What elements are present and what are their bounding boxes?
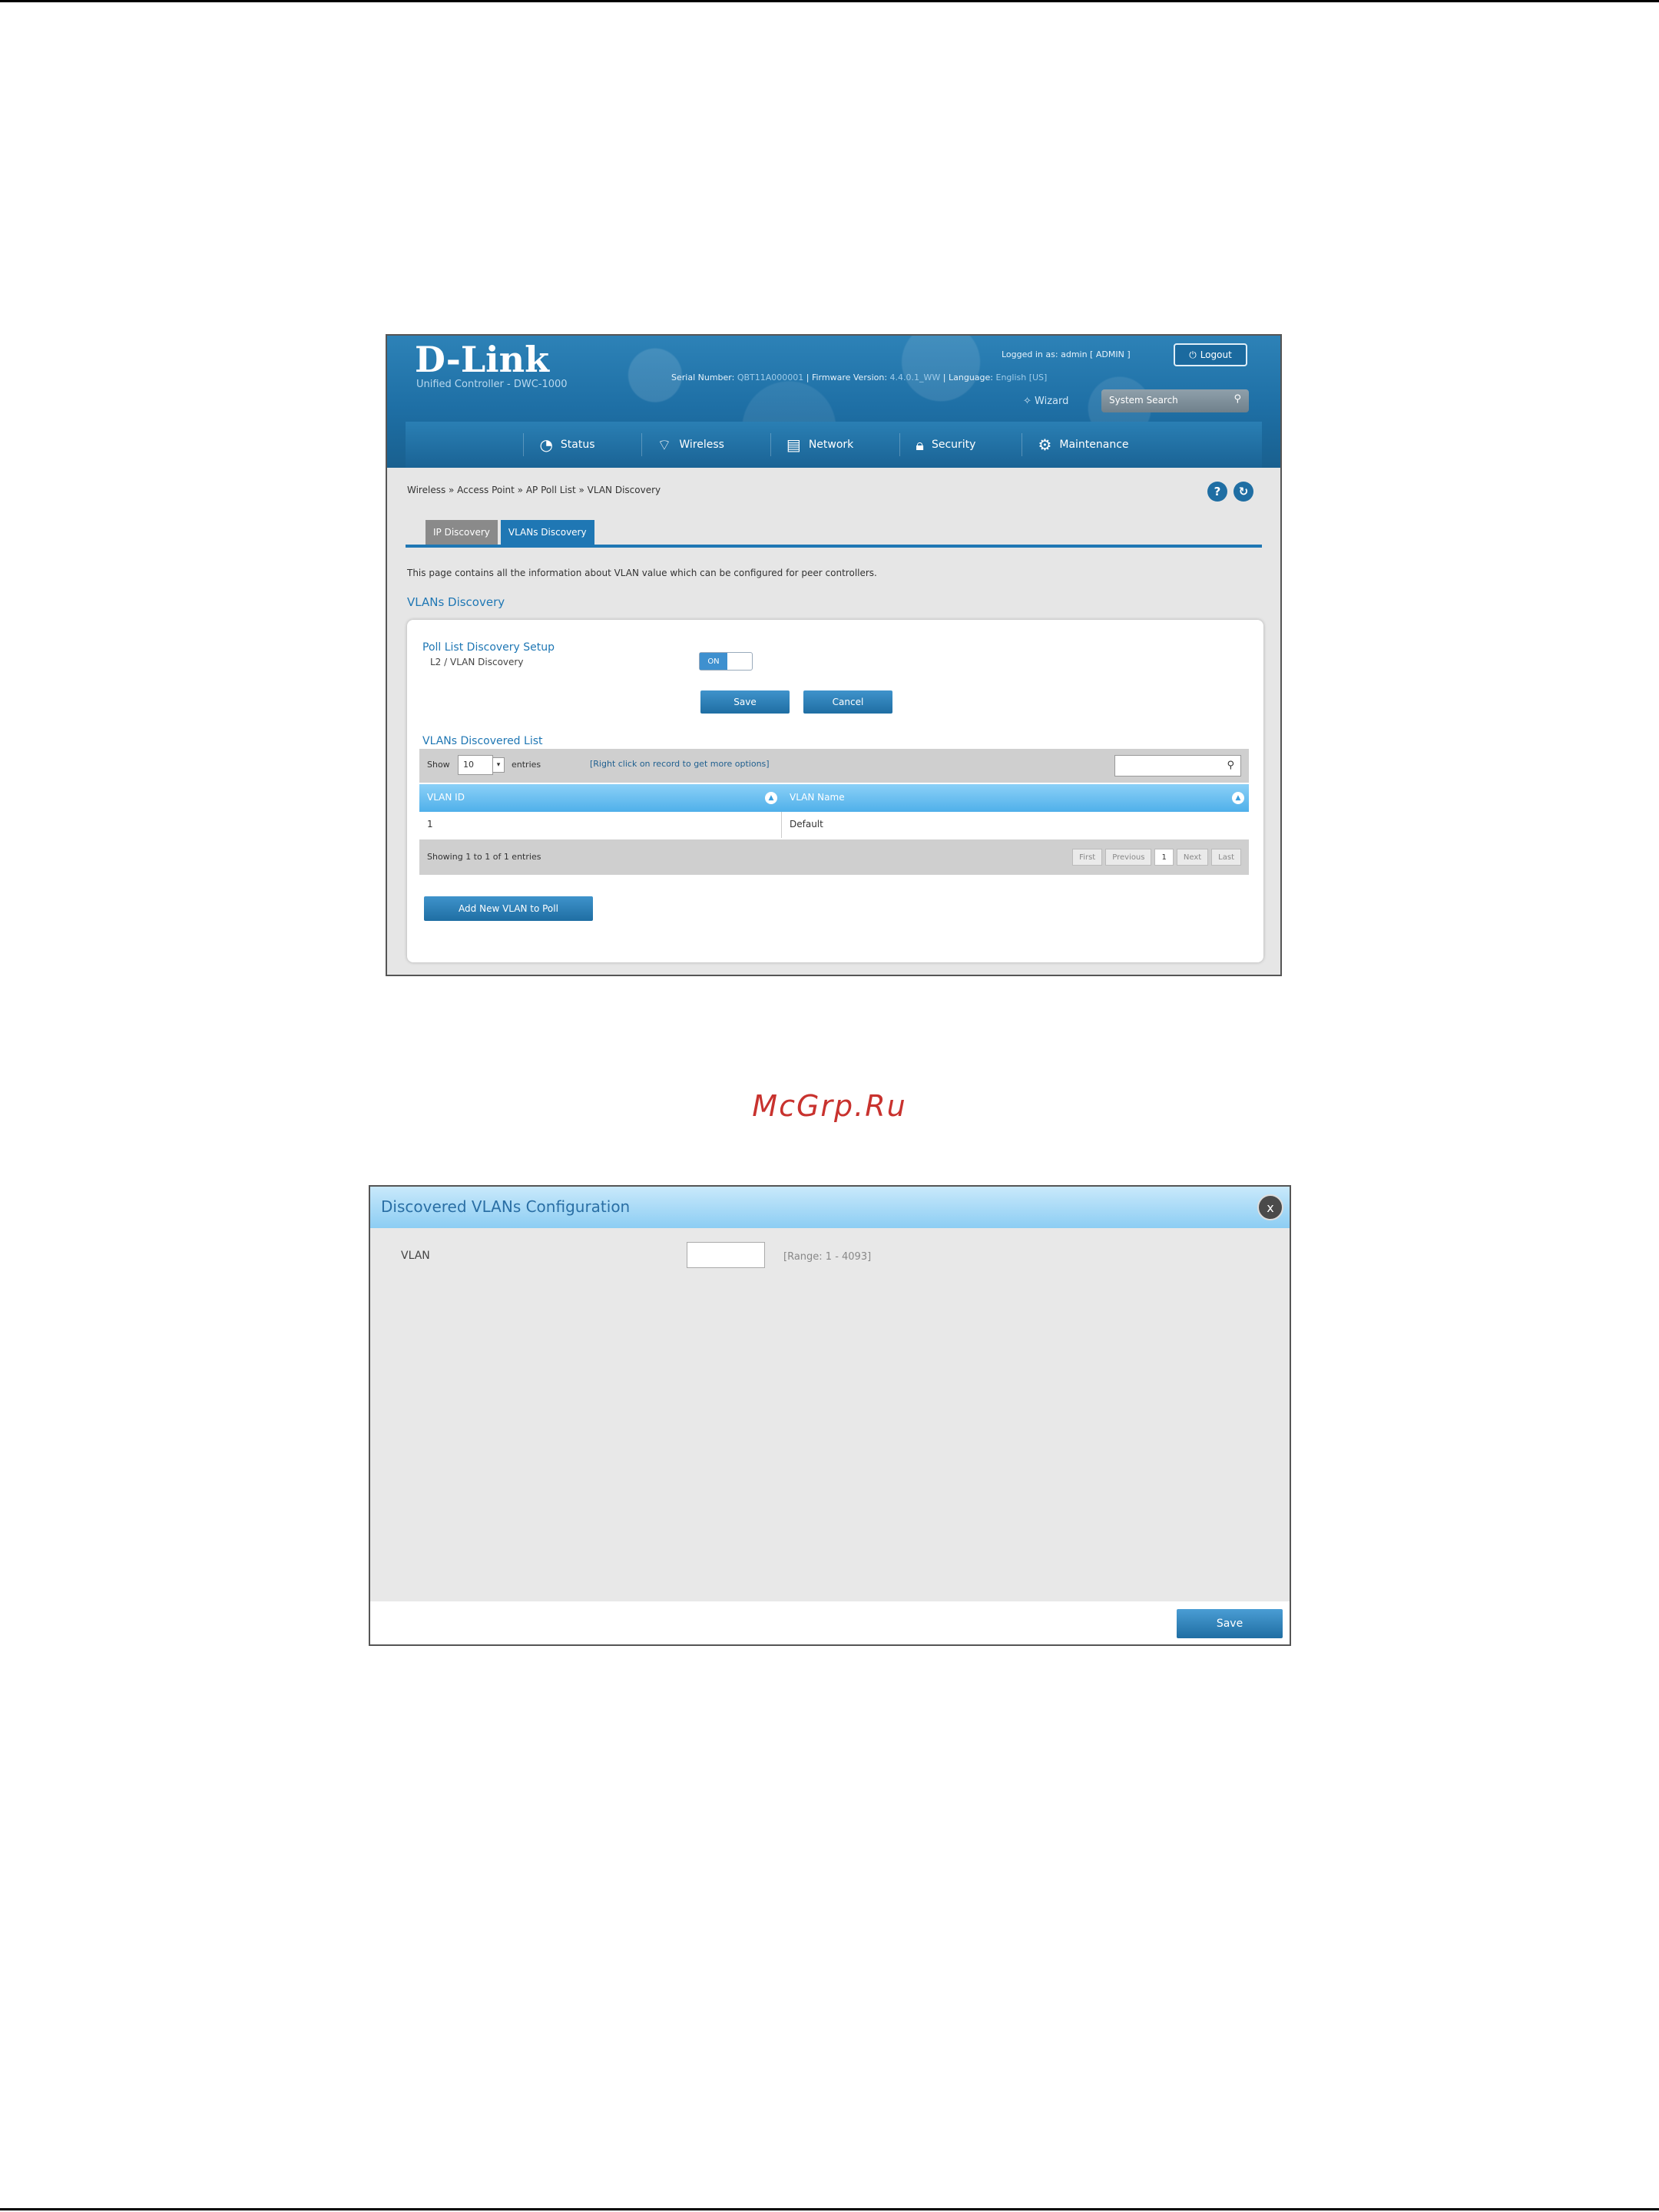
close-icon[interactable]: x — [1257, 1194, 1283, 1220]
pager: First Previous 1 Next Last — [1072, 849, 1241, 866]
nav-status[interactable]: ◔ Status — [523, 433, 610, 456]
cancel-button[interactable]: Cancel — [803, 690, 892, 714]
wifi-icon: ⌔ — [657, 435, 672, 454]
showing-info: Showing 1 to 1 of 1 entries — [427, 852, 541, 862]
vlan-discovery-screenshot: D-Link Unified Controller - DWC-1000 Ser… — [386, 334, 1282, 976]
chevron-down-icon: ▾ — [492, 757, 505, 773]
tab-ip-discovery[interactable]: IP Discovery — [426, 520, 498, 545]
dialog-footer: Save — [370, 1601, 1290, 1644]
add-vlan-button[interactable]: Add New VLAN to Poll — [424, 896, 593, 921]
vlan-range-hint: [Range: 1 - 4093] — [783, 1251, 872, 1263]
search-icon: ⚲ — [1233, 393, 1241, 405]
vlan-label: VLAN — [401, 1250, 430, 1262]
context-hint: [Right click on record to get more optio… — [590, 759, 770, 769]
pager-last[interactable]: Last — [1211, 849, 1241, 866]
table-footer: Showing 1 to 1 of 1 entries First Previo… — [419, 839, 1249, 875]
vlan-input[interactable] — [687, 1242, 765, 1268]
nav-maintenance[interactable]: ⚙ Maintenance — [1022, 433, 1144, 456]
nav-security[interactable]: 🔒︎ Security — [899, 433, 991, 456]
power-icon: ⏻ — [1189, 349, 1197, 360]
device-subtitle: Unified Controller - DWC-1000 — [416, 379, 568, 390]
breadcrumb: Wireless » Access Point » AP Poll List »… — [407, 485, 661, 495]
refresh-icon[interactable]: ↻ — [1233, 482, 1253, 502]
search-icon: ⚲ — [1227, 760, 1234, 771]
l2-vlan-toggle[interactable]: ON — [699, 652, 753, 671]
tab-underline — [406, 545, 1262, 548]
device-info: Serial Number: QBT11A000001 | Firmware V… — [671, 373, 1048, 382]
wizard-link[interactable]: ✧ Wizard — [1023, 396, 1068, 407]
list-title: VLANs Discovered List — [422, 735, 543, 747]
tab-vlans-discovery[interactable]: VLANs Discovery — [500, 520, 594, 545]
sort-icon: ▲ — [1232, 792, 1244, 804]
language-link[interactable]: English [US] — [996, 373, 1048, 382]
gauge-icon: ◔ — [539, 435, 553, 454]
header-banner: D-Link Unified Controller - DWC-1000 Ser… — [387, 336, 1280, 468]
lock-icon: 🔒︎ — [916, 435, 924, 454]
tab-bar: IP Discovery VLANs Discovery — [426, 520, 594, 545]
nav-wireless[interactable]: ⌔ Wireless — [641, 433, 740, 456]
nav-network[interactable]: ▤ Network — [770, 433, 869, 456]
system-search-input[interactable]: System Search ⚲ — [1101, 389, 1249, 412]
setup-title: Poll List Discovery Setup — [422, 641, 555, 654]
dlink-logo: D-Link — [415, 339, 549, 380]
pager-page[interactable]: 1 — [1154, 849, 1174, 866]
vlan-config-dialog: Discovered VLANs Configuration x VLAN [R… — [369, 1185, 1291, 1646]
section-title: VLANs Discovery — [407, 595, 505, 609]
save-button[interactable]: Save — [700, 690, 790, 714]
pager-previous[interactable]: Previous — [1105, 849, 1152, 866]
page-description: This page contains all the information a… — [407, 568, 877, 578]
logged-in-info: Logged in as: admin [ ADMIN ] — [1002, 349, 1131, 359]
table-search-input[interactable]: ⚲ — [1114, 755, 1241, 777]
table-row[interactable]: 1 Default — [419, 812, 1249, 838]
help-icons: ? ↻ — [1207, 482, 1253, 502]
logout-button[interactable]: ⏻ Logout — [1174, 343, 1247, 366]
help-icon[interactable]: ? — [1207, 482, 1227, 502]
network-icon: ▤ — [786, 435, 801, 454]
top-rule — [0, 0, 1659, 2]
sort-icon: ▲ — [765, 792, 777, 804]
bottom-rule — [0, 2208, 1659, 2210]
dialog-title: Discovered VLANs Configuration — [370, 1187, 1290, 1228]
watermark: McGrp.Ru — [752, 1089, 907, 1123]
toggle-on: ON — [700, 653, 727, 670]
pager-next[interactable]: Next — [1176, 849, 1209, 866]
table-header: VLAN ID ▲ VLAN Name ▲ — [419, 784, 1249, 812]
vlans-panel: Poll List Discovery Setup L2 / VLAN Disc… — [407, 620, 1263, 962]
wand-icon: ✧ — [1023, 396, 1031, 407]
entries-select[interactable]: 10 ▾ — [458, 755, 505, 775]
l2-vlan-label: L2 / VLAN Discovery — [430, 657, 524, 667]
pager-first[interactable]: First — [1072, 849, 1103, 866]
list-controls: Show 10 ▾ entries [Right click on record… — [419, 749, 1249, 783]
col-vlan-id[interactable]: VLAN ID ▲ — [419, 784, 782, 812]
col-vlan-name[interactable]: VLAN Name ▲ — [782, 784, 1249, 812]
main-nav: ◔ Status ⌔ Wireless ▤ Network 🔒︎ Securit… — [406, 422, 1262, 468]
gear-icon: ⚙ — [1038, 435, 1052, 454]
dialog-save-button[interactable]: Save — [1177, 1609, 1283, 1638]
